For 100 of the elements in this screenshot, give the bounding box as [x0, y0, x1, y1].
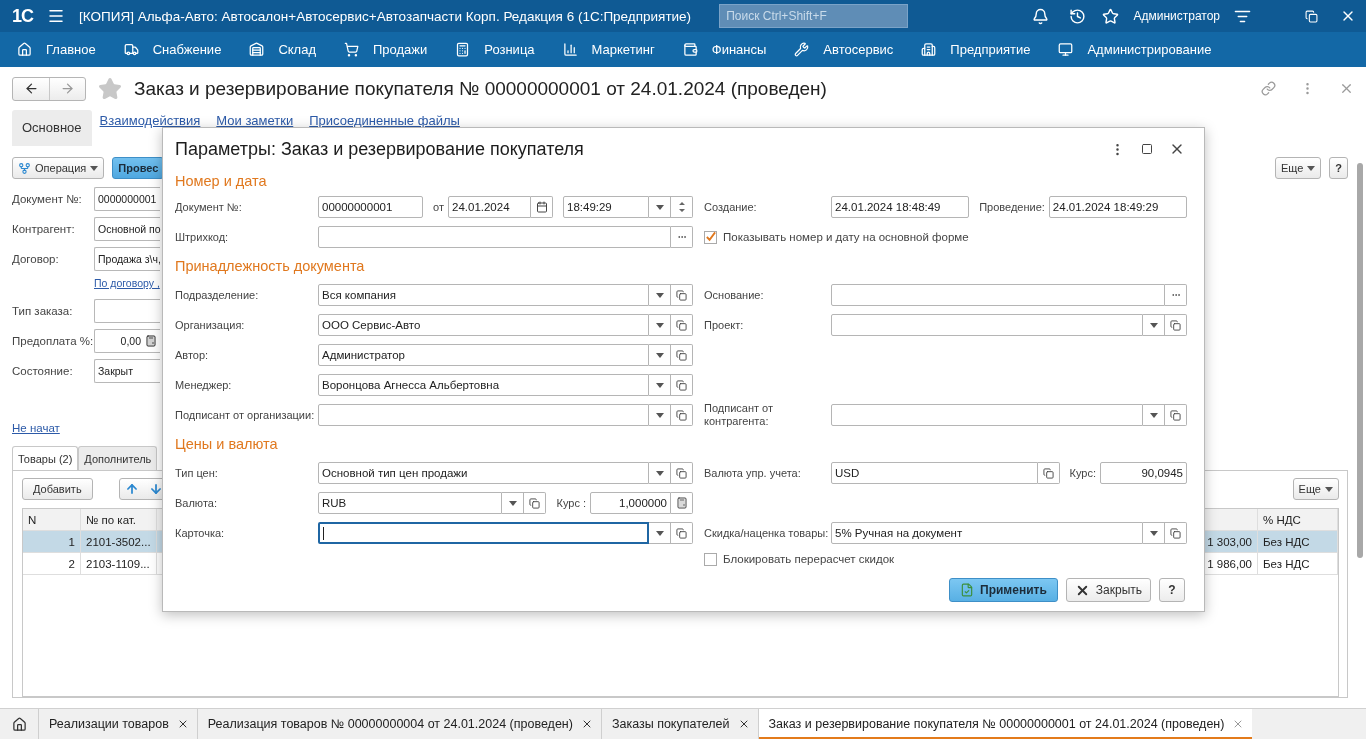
dropdown-button[interactable] — [1143, 522, 1165, 544]
open-button[interactable] — [671, 374, 693, 396]
calendar-button[interactable] — [531, 196, 553, 218]
tab[interactable]: Товары (2) — [12, 446, 79, 470]
maximize-icon[interactable] — [1141, 143, 1153, 155]
open-button[interactable] — [1037, 462, 1060, 484]
dropdown-button[interactable] — [649, 404, 671, 426]
choose-button[interactable] — [671, 226, 693, 248]
input-field[interactable]: 00000000001 — [318, 196, 424, 218]
input-field[interactable]: 18:49:29 — [563, 196, 649, 218]
form-tab[interactable]: Взаимодействия — [91, 111, 209, 128]
input-field[interactable]: 24.01.2024 — [448, 196, 531, 218]
section-item[interactable]: Розница — [442, 32, 550, 67]
section-item[interactable]: Администрирование — [1045, 32, 1227, 67]
contract-link[interactable]: По договору , — [94, 277, 160, 293]
more-button[interactable]: Еще — [1274, 157, 1322, 179]
open-button[interactable] — [1165, 314, 1187, 336]
input-field[interactable] — [94, 299, 160, 323]
add-button[interactable]: Добавить — [22, 478, 93, 500]
form-tab[interactable]: Мои заметки — [208, 111, 302, 128]
dropdown-button[interactable] — [649, 344, 671, 366]
dropdown-button[interactable] — [1143, 404, 1165, 426]
help-button[interactable]: ? — [1159, 578, 1185, 602]
open-button[interactable] — [671, 462, 693, 484]
link-icon[interactable] — [1261, 81, 1276, 96]
input-field[interactable]: 5% Ручная на документ — [831, 522, 1143, 544]
dropdown-button[interactable] — [649, 314, 671, 336]
apply-button[interactable]: Применить — [949, 578, 1058, 602]
user-name[interactable]: Администратор — [1133, 9, 1220, 23]
operation-button[interactable]: Операция — [12, 157, 105, 179]
checkbox[interactable] — [704, 552, 717, 566]
menu-icon[interactable] — [47, 7, 65, 25]
input-field[interactable]: 0,00 — [94, 329, 160, 353]
input-field[interactable]: 0000000001 — [94, 187, 160, 211]
more-button[interactable]: Еще — [1292, 478, 1339, 500]
input-field[interactable] — [831, 284, 1165, 306]
dropdown-button[interactable] — [502, 492, 525, 514]
input-field[interactable] — [831, 314, 1143, 336]
input-field[interactable]: Закрыт — [94, 359, 160, 383]
star-icon[interactable] — [98, 76, 122, 101]
input-field[interactable]: 24.01.2024 18:48:49 — [831, 196, 970, 218]
input-field[interactable]: Воронцова Агнесса Альбертовна — [318, 374, 649, 396]
dropdown-button[interactable] — [649, 374, 671, 396]
input-field[interactable] — [318, 522, 649, 544]
open-button[interactable] — [1165, 404, 1187, 426]
input-field[interactable]: Вся компания — [318, 284, 649, 306]
input-field[interactable] — [318, 226, 671, 248]
close-button[interactable]: Закрыть — [1065, 578, 1151, 602]
form-tab[interactable]: Основное — [12, 110, 92, 146]
open-button[interactable] — [1165, 522, 1187, 544]
section-item[interactable]: Снабжение — [110, 32, 237, 67]
dropdown-button[interactable] — [649, 462, 671, 484]
input-field[interactable]: 24.01.2024 18:49:29 — [1048, 196, 1187, 218]
dropdown-button[interactable] — [649, 284, 671, 306]
section-item[interactable]: Маркетинг — [549, 32, 670, 67]
field-label: Документ №: — [12, 193, 83, 205]
input-field[interactable]: 1,000000 — [590, 492, 671, 514]
section-item[interactable]: Предприятие — [908, 32, 1046, 67]
input-field[interactable]: Основной по — [94, 217, 160, 241]
dropdown-button[interactable] — [1143, 314, 1165, 336]
form-tab[interactable]: Присоединенные файлы — [301, 111, 468, 128]
overlap-squares-icon — [529, 497, 541, 509]
star-icon[interactable] — [1102, 7, 1120, 25]
choose-button[interactable] — [1165, 284, 1187, 306]
open-button[interactable] — [671, 284, 693, 306]
input-field[interactable] — [831, 404, 1143, 426]
section-item[interactable]: Автосервис — [781, 32, 909, 67]
section-item[interactable]: Склад — [236, 32, 331, 67]
status-link[interactable]: Не начат — [12, 422, 60, 438]
input-field[interactable]: Администратор — [318, 344, 649, 366]
open-button[interactable] — [524, 492, 547, 514]
input-field[interactable]: USD — [831, 462, 1038, 484]
open-button[interactable] — [671, 314, 693, 336]
section-item[interactable]: Продажи — [331, 32, 443, 67]
bell-icon[interactable] — [1032, 7, 1050, 25]
post-button[interactable]: Провес — [112, 157, 165, 179]
help-button[interactable]: ? — [1329, 157, 1348, 179]
section-item[interactable]: Финансы — [669, 32, 782, 67]
input-field[interactable]: 90,0945 — [1100, 462, 1187, 484]
open-button[interactable] — [671, 344, 693, 366]
input-field[interactable]: Продажа з\ч, — [94, 247, 160, 271]
input-field[interactable] — [318, 404, 649, 426]
field-label: Карточка: — [175, 526, 226, 540]
open-button[interactable] — [671, 404, 693, 426]
spin-button[interactable] — [671, 196, 693, 218]
tab[interactable]: Дополнитель — [78, 446, 158, 470]
dropdown-button[interactable] — [649, 522, 671, 544]
restore-icon[interactable] — [1305, 9, 1318, 23]
input-field[interactable]: Основной тип цен продажи — [318, 462, 649, 484]
open-button[interactable] — [671, 522, 693, 544]
calculator-button[interactable] — [671, 492, 693, 514]
field-label: Подписант от организации: — [175, 408, 316, 422]
checkbox[interactable] — [704, 230, 717, 244]
history-icon[interactable] — [1069, 7, 1087, 25]
window-tab[interactable]: Заказ и резервирование покупателя № 00000000001 от 24.01.2024 (проведен) — [757, 709, 1253, 739]
input-field[interactable]: ООО Сервис-Авто — [318, 314, 649, 336]
input-field[interactable]: RUB — [318, 492, 503, 514]
dropdown-button[interactable] — [649, 196, 671, 218]
search-field[interactable]: Поиск Ctrl+Shift+F — [719, 4, 909, 28]
section-item[interactable]: Главное — [4, 32, 111, 67]
